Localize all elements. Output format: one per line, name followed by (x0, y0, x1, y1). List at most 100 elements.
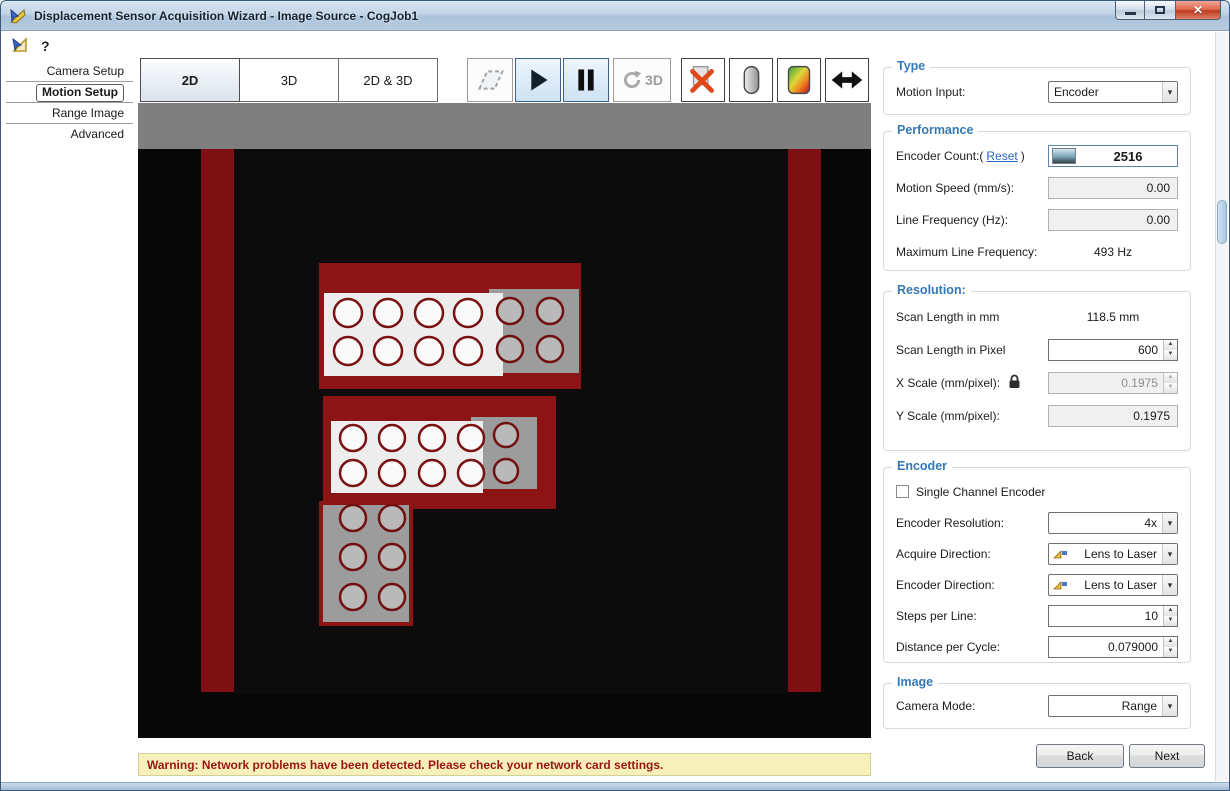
spin-up-icon[interactable]: ▲ (1164, 606, 1177, 616)
trigger-region-button[interactable] (467, 58, 513, 102)
tab-2d[interactable]: 2D (140, 58, 240, 102)
minimize-icon (1125, 12, 1136, 15)
steps-per-line-stepper[interactable]: 10 ▲ ▼ (1048, 605, 1178, 627)
group-image: Image Camera Mode: Range ▾ (883, 683, 1191, 729)
refresh-3d-button[interactable]: 3D (613, 58, 671, 102)
encoder-direction-select[interactable]: Lens to Laser ▾ (1048, 574, 1178, 596)
range-image-display[interactable] (138, 149, 871, 738)
motion-speed-field: 0.00 (1048, 177, 1178, 199)
color-gradient-icon (778, 58, 820, 102)
help-icon[interactable]: ? (41, 38, 50, 54)
encoder-direction-row: Encoder Direction: Lens to Laser ▾ (884, 569, 1190, 600)
camera-mode-select[interactable]: Range ▾ (1048, 695, 1178, 717)
x-scale-value: 0.1975 (1049, 373, 1163, 393)
sidebar-item-camera-setup[interactable]: Camera Setup (6, 61, 133, 82)
scan-length-px-value: 600 (1049, 340, 1163, 360)
sidebar-item-advanced[interactable]: Advanced (6, 124, 133, 145)
encoder-resolution-select[interactable]: 4x ▾ (1048, 512, 1178, 534)
group-performance: Performance Encoder Count:(Reset) 2516 M… (883, 131, 1191, 271)
y-scale-value: 0.1975 (1133, 409, 1170, 423)
group-type-title: Type (892, 59, 930, 73)
close-button[interactable]: ✕ (1175, 1, 1221, 20)
line-frequency-label: Line Frequency (Hz): (896, 213, 1008, 227)
camera-mode-label: Camera Mode: (896, 699, 975, 713)
fit-width-button[interactable] (825, 58, 869, 102)
single-channel-label: Single Channel Encoder (916, 485, 1045, 499)
acquire-direction-row: Acquire Direction: Lens to Laser ▾ (884, 538, 1190, 569)
chevron-down-icon: ▾ (1162, 575, 1177, 595)
group-encoder-title: Encoder (892, 459, 952, 473)
group-type: Type Motion Input: Encoder ▾ (883, 67, 1191, 115)
group-resolution-title: Resolution: (892, 283, 971, 297)
scan-length-px-row: Scan Length in Pixel 600 ▲ ▼ (884, 333, 1190, 366)
line-frequency-value: 0.00 (1147, 213, 1170, 227)
grayscale-view-button[interactable] (729, 58, 773, 102)
back-button[interactable]: Back (1036, 744, 1124, 768)
group-image-title: Image (892, 675, 938, 689)
sidebar-item-motion-setup[interactable]: Motion Setup (6, 82, 133, 103)
motion-speed-label: Motion Speed (mm/s): (896, 181, 1014, 195)
camera-mode-row: Camera Mode: Range ▾ (884, 690, 1190, 722)
scrollbar-thumb[interactable] (1217, 200, 1227, 244)
minimize-button[interactable] (1115, 1, 1145, 20)
refresh-icon (621, 69, 643, 91)
group-performance-title: Performance (892, 123, 978, 137)
motion-input-select[interactable]: Encoder ▾ (1048, 81, 1178, 103)
color-view-button[interactable] (777, 58, 821, 102)
steps-per-line-value: 10 (1049, 606, 1163, 626)
max-line-frequency-value: 493 Hz (1048, 245, 1178, 259)
reset-link[interactable]: Reset (986, 149, 1017, 163)
encoder-count-field: 2516 (1048, 145, 1178, 167)
y-scale-row: Y Scale (mm/pixel): 0.1975 (884, 399, 1190, 432)
network-warning-bar: Warning: Network problems have been dete… (138, 753, 871, 776)
lens-to-laser-icon (1053, 579, 1069, 591)
encoder-count-row: Encoder Count:(Reset) 2516 (884, 140, 1190, 172)
acquire-direction-select[interactable]: Lens to Laser ▾ (1048, 543, 1178, 565)
motion-input-value: Encoder (1049, 82, 1162, 102)
distance-per-cycle-value: 0.079000 (1049, 637, 1163, 657)
sidebar: ? Camera Setup Motion Setup Range Image … (1, 31, 138, 782)
encoder-count-thumbnail (1052, 148, 1076, 164)
sidebar-toolbar: ? (1, 31, 138, 59)
motion-speed-value: 0.00 (1147, 181, 1170, 195)
wizard-nav: Camera Setup Motion Setup Range Image Ad… (1, 61, 138, 145)
distance-per-cycle-stepper[interactable]: 0.079000 ▲ ▼ (1048, 636, 1178, 658)
next-button[interactable]: Next (1129, 744, 1205, 768)
sidebar-item-range-image[interactable]: Range Image (6, 103, 133, 124)
play-button[interactable] (515, 58, 561, 102)
spin-up-icon[interactable]: ▲ (1164, 340, 1177, 350)
maximize-icon (1155, 6, 1165, 14)
pause-button[interactable] (563, 58, 609, 102)
title-bar: Displacement Sensor Acquisition Wizard -… (1, 1, 1229, 31)
camera-mode-value: Range (1049, 696, 1162, 716)
spin-down-icon[interactable]: ▼ (1164, 616, 1177, 626)
vertical-scrollbar[interactable] (1215, 32, 1228, 781)
image-header-strip (138, 103, 871, 149)
y-scale-label: Y Scale (mm/pixel): (896, 409, 1000, 423)
app-icon (9, 7, 27, 25)
tab-2d-and-3d[interactable]: 2D & 3D (338, 58, 438, 102)
line-frequency-row: Line Frequency (Hz): 0.00 (884, 204, 1190, 236)
acquire-direction-value: Lens to Laser (1069, 544, 1162, 564)
x-scale-stepper: 0.1975 ▲ ▼ (1048, 372, 1178, 394)
scan-length-px-label: Scan Length in Pixel (896, 343, 1005, 357)
encoder-count-label: Encoder Count:(Reset) (896, 149, 1025, 163)
scan-length-px-stepper[interactable]: 600 ▲ ▼ (1048, 339, 1178, 361)
single-channel-checkbox[interactable] (896, 485, 909, 498)
disconnect-camera-button[interactable] (681, 58, 725, 102)
maximize-button[interactable] (1145, 1, 1175, 20)
max-line-frequency-row: Maximum Line Frequency: 493 Hz (884, 236, 1190, 268)
line-frequency-field: 0.00 (1048, 209, 1178, 231)
encoder-resolution-label: Encoder Resolution: (896, 516, 1004, 530)
warning-text: Warning: Network problems have been dete… (147, 758, 663, 772)
chevron-down-icon: ▾ (1162, 544, 1177, 564)
max-line-frequency-label: Maximum Line Frequency: (896, 245, 1037, 259)
x-scale-row: X Scale (mm/pixel): 0.1975 ▲ ▼ (884, 366, 1190, 399)
distance-per-cycle-row: Distance per Cycle: 0.079000 ▲ ▼ (884, 631, 1190, 662)
spin-down-icon[interactable]: ▼ (1164, 647, 1177, 657)
range-image (138, 149, 871, 738)
spin-up-icon[interactable]: ▲ (1164, 637, 1177, 647)
tab-3d[interactable]: 3D (239, 58, 339, 102)
spin-down-icon[interactable]: ▼ (1164, 350, 1177, 360)
measure-tool-icon[interactable] (11, 37, 31, 56)
